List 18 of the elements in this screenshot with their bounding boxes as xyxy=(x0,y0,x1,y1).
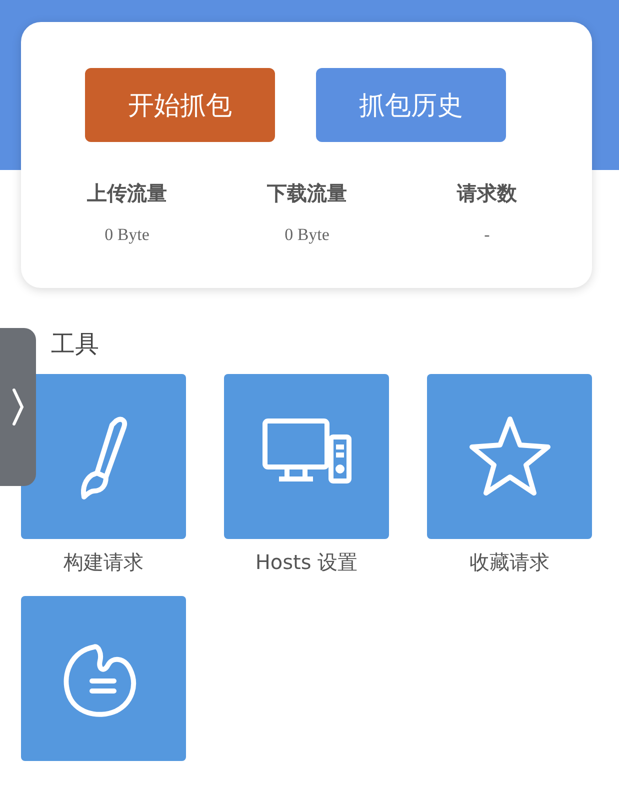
history-button[interactable]: 抓包历史 xyxy=(316,68,506,142)
chevron-right-icon xyxy=(11,387,25,427)
tool-label: Hosts 设置 xyxy=(255,549,358,576)
stat-value: - xyxy=(484,225,490,245)
tool-tile[interactable] xyxy=(21,374,186,539)
tool-tile[interactable] xyxy=(427,374,592,539)
tool-label: 收藏请求 xyxy=(470,549,550,576)
tool-label: 构建请求 xyxy=(64,549,144,576)
tool-tile[interactable] xyxy=(224,374,389,539)
stat-value: 0 Byte xyxy=(284,225,330,245)
section-title: 工具 xyxy=(51,329,100,360)
side-handle[interactable] xyxy=(0,328,36,486)
stat-label: 下载流量 xyxy=(267,180,347,207)
stat-label: 请求数 xyxy=(457,180,517,207)
stat-label: 上传流量 xyxy=(87,180,167,207)
tool-tile[interactable] xyxy=(21,596,186,761)
start-capture-button[interactable]: 开始抓包 xyxy=(85,68,275,142)
stat-value: 0 Byte xyxy=(104,225,150,245)
